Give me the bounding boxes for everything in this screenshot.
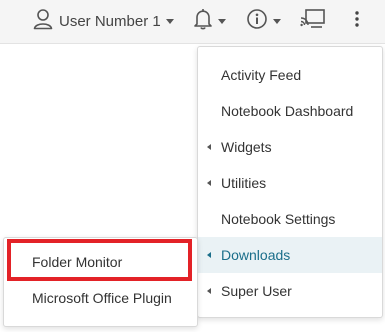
chevron-left-icon <box>207 252 211 258</box>
chevron-left-icon <box>207 180 211 186</box>
chevron-left-icon <box>207 144 211 150</box>
menu-item-label: Super User <box>221 283 292 299</box>
menu-item-activity-feed[interactable]: Activity Feed <box>198 57 382 93</box>
menu-item-notebook-settings[interactable]: Notebook Settings <box>198 201 382 237</box>
downloads-submenu: Folder Monitor Microsoft Office Plugin <box>3 237 198 327</box>
menu-item-label: Downloads <box>221 247 291 263</box>
top-toolbar: User Number 1 <box>0 0 385 44</box>
chevron-left-icon <box>207 288 211 294</box>
submenu-item-label: Folder Monitor <box>32 254 123 270</box>
menu-item-widgets[interactable]: Widgets <box>198 129 382 165</box>
submenu-item-folder-monitor[interactable]: Folder Monitor <box>4 244 197 280</box>
chevron-down-icon <box>165 18 174 24</box>
menu-item-label: Utilities <box>221 175 267 191</box>
info-button[interactable] <box>246 8 281 34</box>
screen-share-icon <box>300 8 326 35</box>
chevron-down-icon <box>273 18 281 24</box>
bell-icon <box>193 8 213 35</box>
user-name-label: User Number 1 <box>59 12 161 30</box>
menu-item-downloads[interactable]: Downloads <box>198 237 382 273</box>
more-options-menu: Activity Feed Notebook Dashboard Widgets… <box>197 46 383 318</box>
menu-item-super-user[interactable]: Super User <box>198 273 382 309</box>
menu-item-utilities[interactable]: Utilities <box>198 165 382 201</box>
more-options-button[interactable] <box>351 8 363 34</box>
info-icon <box>246 8 268 35</box>
submenu-item-microsoft-office-plugin[interactable]: Microsoft Office Plugin <box>4 280 197 316</box>
menu-item-label: Notebook Settings <box>221 211 336 227</box>
user-menu-button[interactable]: User Number 1 <box>33 8 174 34</box>
chevron-down-icon <box>218 18 226 24</box>
submenu-item-label: Microsoft Office Plugin <box>32 290 172 306</box>
user-icon <box>33 8 53 35</box>
menu-item-notebook-dashboard[interactable]: Notebook Dashboard <box>198 93 382 129</box>
more-vertical-icon <box>351 8 363 35</box>
screen-share-button[interactable] <box>300 8 326 34</box>
menu-item-label: Widgets <box>221 139 272 155</box>
notifications-button[interactable] <box>193 8 226 34</box>
menu-item-label: Activity Feed <box>221 67 302 83</box>
menu-item-label: Notebook Dashboard <box>221 103 354 119</box>
